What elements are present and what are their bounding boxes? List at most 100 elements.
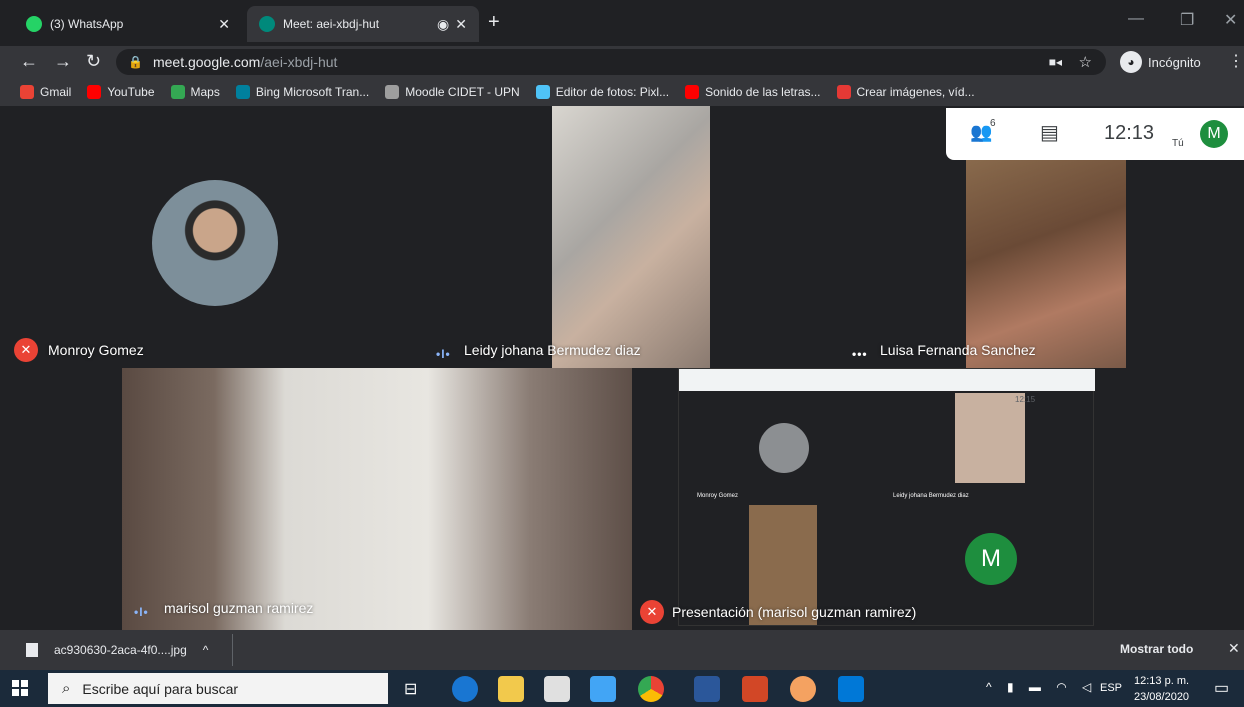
recording-icon: ◉ — [437, 15, 450, 32]
forward-button[interactable]: → — [54, 51, 72, 72]
speaking-icon: •I• — [436, 347, 451, 361]
participant-tile[interactable]: •I• marisol guzman ramirez — [0, 368, 632, 630]
download-item[interactable]: ac930630-2aca-4f0....jpg ^ — [26, 638, 208, 662]
chevron-up-icon[interactable]: ^ — [203, 643, 209, 657]
self-avatar[interactable]: M — [1200, 120, 1228, 148]
more-options-icon: ••• — [852, 347, 868, 361]
participants-count: 6 — [990, 118, 996, 129]
participant-name: Monroy Gomez — [48, 342, 144, 358]
avatar — [152, 180, 278, 306]
video-feed — [122, 368, 632, 630]
new-tab-button[interactable]: + — [488, 12, 500, 32]
lock-icon: 🔒 — [128, 55, 143, 69]
participant-name: Leidy johana Bermudez diaz — [464, 342, 641, 358]
participant-tile[interactable]: •I• Leidy johana Bermudez diaz — [424, 106, 842, 368]
video-feed — [552, 106, 710, 368]
reload-button[interactable]: ↻ — [86, 51, 101, 72]
incognito-icon: ◕ — [1120, 51, 1142, 73]
bookmark-label: Crear imágenes, víd... — [856, 85, 975, 99]
clock[interactable]: 12:13 p. m. 23/08/2020 — [1134, 673, 1189, 705]
close-download-bar-icon[interactable]: ✕ — [1228, 640, 1240, 657]
youtube-icon — [87, 85, 102, 99]
participant-name: Luisa Fernanda Sanchez — [880, 342, 1036, 358]
mini-time: 12:15 — [1015, 395, 1036, 404]
spark-icon — [836, 85, 851, 99]
bookmark-sonido[interactable]: Sonido de las letras... — [685, 85, 821, 99]
bing-icon — [235, 85, 250, 99]
bookmarks-bar: Gmail YouTube Maps Bing Microsoft Tran..… — [0, 78, 1244, 106]
speaking-icon: •I• — [134, 605, 149, 619]
presentation-screen: M 12:15 Monroy Gomez Leidy johana Bermud… — [678, 368, 1095, 626]
star-icon[interactable]: ☆ — [1079, 53, 1092, 71]
mini-name: Monroy Gomez — [697, 493, 739, 499]
mini-name: Leidy johana Bermudez diaz — [893, 493, 969, 499]
clock-time: 12:13 p. m. — [1134, 675, 1190, 687]
photos-icon[interactable] — [838, 676, 864, 702]
file-explorer-icon[interactable] — [498, 676, 524, 702]
tab-title: Meet: aei-xbdj-hut — [283, 17, 380, 31]
tab-meet[interactable]: Meet: aei-xbdj-hut ◉ ✕ — [247, 6, 479, 42]
chat-icon[interactable]: ▤ — [1040, 120, 1059, 145]
bookmark-label: Maps — [190, 85, 220, 99]
language-indicator[interactable]: ESP — [1100, 682, 1122, 694]
tab-whatsapp[interactable]: (3) WhatsApp ✕ — [14, 6, 242, 42]
meet-info-bar: 👥 6 ▤ 12:13 Tú M — [946, 108, 1244, 160]
bookmark-label: Gmail — [40, 85, 72, 99]
bookmark-pixlr[interactable]: Editor de fotos: Pixl... — [535, 85, 670, 99]
browser-toolbar: ← → ↻ 🔒 meet.google.com /aei-xbdj-hut ■◂… — [0, 46, 1244, 78]
incognito-label: Incógnito — [1148, 54, 1201, 70]
mini-self-avatar: M — [965, 533, 1017, 585]
close-tab-icon[interactable]: ✕ — [455, 16, 467, 33]
meet-grid: ✕ Monroy Gomez •I• Leidy johana Bermudez… — [0, 106, 1244, 630]
bookmark-maps[interactable]: Maps — [170, 85, 220, 99]
url-host: meet.google.com — [152, 54, 261, 70]
participant-tile[interactable]: ✕ Monroy Gomez — [0, 106, 420, 368]
word-icon[interactable] — [694, 676, 720, 702]
file-icon — [26, 643, 38, 657]
notifications-icon[interactable]: ▭ — [1214, 678, 1229, 698]
search-placeholder: Escribe aquí para buscar — [82, 680, 239, 697]
powerpoint-icon[interactable] — [742, 676, 768, 702]
meet-icon — [259, 16, 275, 32]
close-window-button[interactable]: ✕ — [1224, 10, 1237, 30]
bookmark-moodle[interactable]: Moodle CIDET - UPN — [385, 85, 520, 99]
minimize-button[interactable]: — — [1128, 10, 1144, 28]
maps-icon — [170, 85, 185, 99]
incognito-indicator[interactable]: ◕ Incógnito — [1120, 49, 1201, 75]
bookmark-label: YouTube — [107, 85, 155, 99]
task-view-icon[interactable]: ⊟ — [404, 679, 417, 699]
address-bar[interactable]: 🔒 meet.google.com /aei-xbdj-hut ■◂ ☆ — [116, 49, 1106, 75]
start-icon[interactable] — [12, 680, 28, 696]
download-filename: ac930630-2aca-4f0....jpg — [54, 643, 187, 657]
show-all-button[interactable]: Mostrar todo — [1120, 642, 1193, 656]
windows-taskbar: ⌕ Escribe aquí para buscar ⊟ ^ ▮ ▬ ◠ ◁ E… — [0, 670, 1244, 707]
taskbar-search[interactable]: ⌕ Escribe aquí para buscar — [48, 673, 388, 704]
bookmark-youtube[interactable]: YouTube — [87, 85, 155, 99]
restore-button[interactable]: ❐ — [1180, 10, 1194, 30]
edge-icon[interactable] — [452, 676, 478, 702]
clock-date: 23/08/2020 — [1134, 691, 1190, 703]
camera-icon[interactable]: ■◂ — [1049, 55, 1062, 69]
back-button[interactable]: ← — [20, 51, 38, 72]
mail-icon[interactable] — [590, 676, 616, 702]
mini-video — [955, 393, 1025, 483]
moodle-icon — [385, 85, 400, 99]
participant-name: marisol guzman ramirez — [164, 600, 314, 616]
menu-icon[interactable]: ⋮ — [1228, 51, 1244, 71]
bookmark-label: Editor de fotos: Pixl... — [555, 85, 670, 99]
bookmark-crear[interactable]: Crear imágenes, víd... — [836, 85, 975, 99]
paint-icon[interactable] — [790, 676, 816, 702]
tray-icons[interactable]: ^ ▮ ▬ ◠ ◁ — [986, 680, 1097, 694]
mini-avatar — [759, 423, 809, 473]
close-tab-icon[interactable]: ✕ — [218, 16, 230, 33]
bookmark-label: Bing Microsoft Tran... — [255, 85, 370, 99]
presentation-tile[interactable]: M 12:15 Monroy Gomez Leidy johana Bermud… — [632, 368, 1244, 630]
url-path: /aei-xbdj-hut — [260, 54, 338, 70]
chrome-icon[interactable] — [638, 676, 664, 702]
store-icon[interactable] — [544, 676, 570, 702]
divider — [232, 634, 233, 666]
mini-browser-bar — [679, 369, 1095, 391]
bookmark-bing[interactable]: Bing Microsoft Tran... — [235, 85, 370, 99]
bookmark-gmail[interactable]: Gmail — [20, 85, 71, 99]
mic-off-icon: ✕ — [640, 600, 664, 624]
